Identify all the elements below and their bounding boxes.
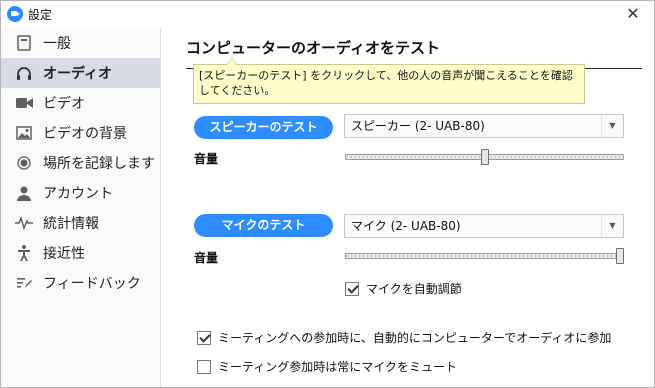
- test-mic-button[interactable]: マイクのテスト: [194, 214, 333, 237]
- general-icon: [15, 34, 33, 52]
- speaker-volume-slider[interactable]: [345, 149, 624, 165]
- sidebar-item-account[interactable]: アカウント: [1, 178, 160, 208]
- speaker-device-value: スピーカー (2- UAB-80): [351, 119, 485, 133]
- pulse-icon: [15, 214, 33, 232]
- speaker-volume-label: 音量: [194, 152, 219, 166]
- chevron-down-icon[interactable]: ▼: [601, 215, 623, 237]
- feedback-icon: [15, 274, 33, 292]
- sidebar-item-video[interactable]: ビデオ: [1, 88, 160, 118]
- speaker-volume-thumb[interactable]: [480, 149, 489, 165]
- auto-adjust-mic-option[interactable]: マイクを自動調節: [345, 280, 462, 297]
- mic-volume-label: 音量: [194, 251, 219, 265]
- person-icon: [15, 184, 33, 202]
- speaker-device-select[interactable]: スピーカー (2- UAB-80) ▼: [344, 114, 624, 138]
- mic-volume-slider[interactable]: [345, 248, 624, 264]
- title-bar: 設定 ✕: [1, 1, 654, 28]
- audio-settings-panel: コンピューターのオーディオをテスト [スピーカーのテスト] をクリックして、他の…: [162, 28, 654, 387]
- sidebar: 一般 オーディオ ビデオ ビデオの背景 場所を記録します アカウント 統計情報 …: [1, 28, 161, 387]
- page-title: コンピューターのオーディオをテスト: [186, 39, 440, 57]
- sidebar-item-general[interactable]: 一般: [1, 28, 160, 58]
- sidebar-item-statistics[interactable]: 統計情報: [1, 208, 160, 238]
- mic-device-value: マイク (2- UAB-80): [351, 219, 461, 233]
- sidebar-item-feedback[interactable]: フィードバック: [1, 268, 160, 298]
- test-speaker-button[interactable]: スピーカーのテスト: [194, 116, 333, 139]
- close-button[interactable]: ✕: [622, 3, 644, 25]
- auto-adjust-mic-checkbox[interactable]: [345, 281, 359, 296]
- mic-volume-thumb[interactable]: [616, 248, 624, 264]
- sidebar-item-recording[interactable]: 場所を記録します: [1, 148, 160, 178]
- auto-join-audio-label: ミーティングへの参加時に、自動的にコンピューターでオーディオに参加: [218, 331, 612, 345]
- video-camera-icon: [15, 94, 33, 112]
- headphones-icon: [15, 64, 33, 82]
- auto-join-audio-option[interactable]: ミーティングへの参加時に、自動的にコンピューターでオーディオに参加: [197, 329, 611, 346]
- record-icon: [15, 154, 33, 172]
- mute-mic-on-join-checkbox[interactable]: [197, 359, 211, 374]
- settings-window: 設定 ✕ 一般 オーディオ ビデオ ビデオの背景 場所を記録します アカウント …: [0, 0, 655, 388]
- image-icon: [15, 124, 33, 142]
- sidebar-item-video-background[interactable]: ビデオの背景: [1, 118, 160, 148]
- auto-join-audio-checkbox[interactable]: [197, 330, 211, 345]
- auto-adjust-mic-label: マイクを自動調節: [366, 282, 462, 296]
- mute-mic-on-join-option[interactable]: ミーティング参加時は常にマイクをミュート: [197, 358, 457, 375]
- mic-device-select[interactable]: マイク (2- UAB-80) ▼: [344, 214, 624, 238]
- zoom-app-icon: [7, 6, 23, 22]
- chevron-down-icon[interactable]: ▼: [601, 115, 623, 137]
- mute-mic-on-join-label: ミーティング参加時は常にマイクをミュート: [218, 360, 458, 374]
- speaker-test-tooltip: [スピーカーのテスト] をクリックして、他の人の音声が聞こえることを確認してくだ…: [193, 58, 585, 104]
- window-title: 設定: [28, 8, 53, 22]
- sidebar-item-audio[interactable]: オーディオ: [1, 58, 160, 88]
- accessibility-icon: [15, 244, 33, 262]
- sidebar-item-accessibility[interactable]: 接近性: [1, 238, 160, 268]
- slider-track: [345, 253, 624, 259]
